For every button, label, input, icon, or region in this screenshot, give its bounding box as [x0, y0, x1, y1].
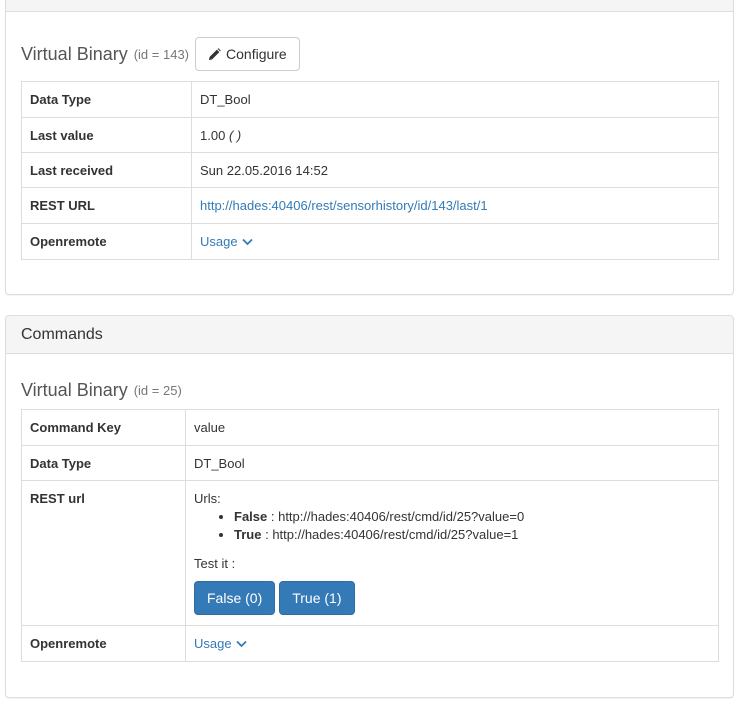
usage-label: Usage	[200, 234, 238, 249]
url-true-sep: :	[261, 527, 273, 542]
command-title: Virtual Binary	[21, 380, 128, 400]
table-row: Last value 1.00 ( )	[21, 117, 719, 153]
commands-heading: Commands	[21, 325, 103, 343]
commands-panel: Commands Virtual Binary (id = 25) Comman…	[5, 315, 734, 698]
command-id: (id = 25)	[133, 383, 182, 398]
last-value: 1.00	[200, 127, 226, 143]
table-row: Data Type DT_Bool	[21, 445, 719, 481]
urls-label: Urls:	[194, 491, 221, 506]
rest-url-key: REST URL	[21, 187, 192, 224]
last-value-unit: ( )	[228, 127, 242, 143]
data-type-value: DT_Bool	[191, 81, 719, 118]
table-row: Command Key value	[21, 409, 719, 446]
chevron-down-icon	[241, 238, 253, 245]
sensor-panel-heading	[6, 0, 733, 12]
command-rest-url-cell: Urls: False : http://hades:40406/rest/cm…	[185, 480, 719, 626]
list-item: False : http://hades:40406/rest/cmd/id/2…	[234, 508, 710, 526]
url-list: False : http://hades:40406/rest/cmd/id/2…	[194, 508, 710, 544]
command-rest-url-key: REST url	[21, 480, 186, 626]
true-button[interactable]: True (1)	[279, 581, 355, 615]
usage-label: Usage	[194, 636, 232, 651]
pencil-icon	[208, 47, 221, 60]
data-type-key: Data Type	[21, 81, 192, 118]
configure-button[interactable]: Configure	[195, 37, 300, 71]
command-data-type-key: Data Type	[21, 445, 186, 481]
url-false: http://hades:40406/rest/cmd/id/25?value=…	[278, 509, 525, 524]
last-value-key: Last value	[21, 117, 192, 153]
command-title-row: Virtual Binary (id = 25)	[21, 380, 182, 401]
last-value-cell: 1.00 ( )	[191, 117, 719, 153]
sensor-table: Data Type DT_Bool Last value 1.00 ( ) La…	[21, 81, 719, 260]
false-button[interactable]: False (0)	[194, 581, 276, 615]
table-row: REST URL http://hades:40406/rest/sensorh…	[21, 187, 719, 224]
openremote-key: Openremote	[21, 223, 192, 260]
test-buttons: False (0) True (1)	[194, 581, 710, 615]
table-row: Openremote Usage	[21, 625, 719, 662]
sensor-id: (id = 143)	[133, 46, 190, 62]
sensor-panel: Virtual Binary (id = 143) Configure Data…	[5, 0, 734, 295]
usage-toggle[interactable]: Usage	[194, 636, 247, 651]
url-true: http://hades:40406/rest/cmd/id/25?value=…	[272, 527, 519, 542]
command-table: Command Key value Data Type DT_Bool REST…	[21, 409, 719, 662]
url-false-sep: :	[267, 509, 279, 524]
url-true-name: True	[234, 527, 262, 542]
sensor-title: Virtual Binary	[21, 43, 128, 64]
table-row: Openremote Usage	[21, 223, 719, 260]
table-row: REST url Urls: False : http://hades:4040…	[21, 480, 719, 626]
command-openremote-key: Openremote	[21, 625, 186, 662]
command-key-value: value	[185, 409, 719, 446]
command-openremote-cell: Usage	[185, 625, 719, 662]
rest-url-link[interactable]: http://hades:40406/rest/sensorhistory/id…	[200, 198, 488, 213]
openremote-cell: Usage	[191, 223, 719, 260]
chevron-down-icon	[235, 640, 247, 647]
rest-url-cell: http://hades:40406/rest/sensorhistory/id…	[191, 187, 719, 224]
last-received-value: Sun 22.05.2016 14:52	[191, 152, 719, 188]
list-item: True : http://hades:40406/rest/cmd/id/25…	[234, 526, 710, 544]
url-false-name: False	[234, 509, 268, 524]
test-it-label: Test it :	[194, 556, 236, 571]
commands-panel-heading: Commands	[6, 316, 733, 354]
sensor-title-row: Virtual Binary (id = 143) Configure	[21, 37, 300, 71]
command-key-key: Command Key	[21, 409, 186, 446]
command-data-type-value: DT_Bool	[185, 445, 719, 481]
table-row: Data Type DT_Bool	[21, 81, 719, 118]
last-received-key: Last received	[21, 152, 192, 188]
configure-label: Configure	[226, 46, 287, 62]
table-row: Last received Sun 22.05.2016 14:52	[21, 152, 719, 188]
usage-toggle[interactable]: Usage	[200, 234, 253, 249]
